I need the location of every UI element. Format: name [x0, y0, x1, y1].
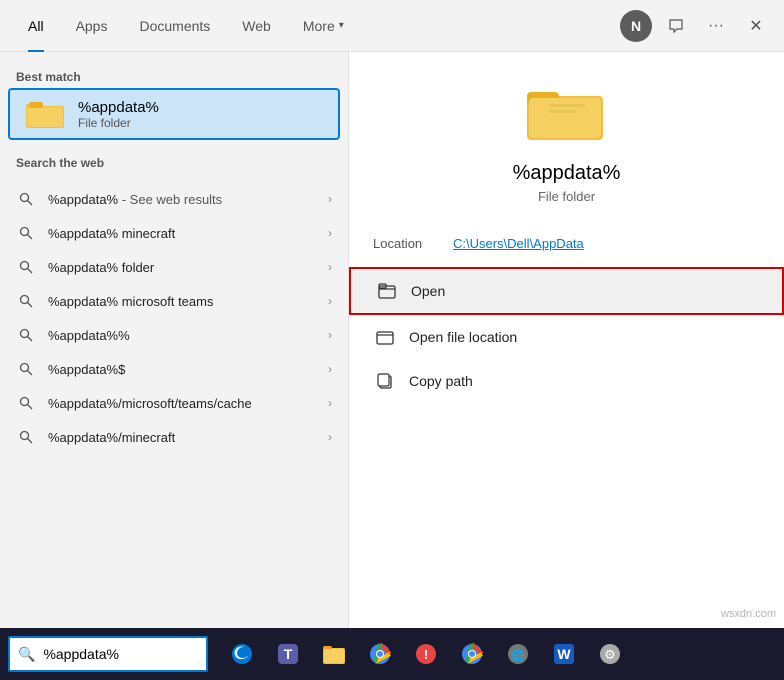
- news-taskbar-icon[interactable]: !: [404, 632, 448, 676]
- search-item-text: %appdata%: [48, 192, 118, 207]
- tab-apps[interactable]: Apps: [60, 0, 124, 52]
- search-icon: [16, 189, 36, 209]
- explorer-taskbar-icon[interactable]: [312, 632, 356, 676]
- tab-documents[interactable]: Documents: [123, 0, 226, 52]
- avatar[interactable]: N: [620, 10, 652, 42]
- copy-path-label: Copy path: [409, 373, 473, 389]
- left-panel: Best match %appdata% File folder Search …: [0, 52, 348, 628]
- location-label: Location: [373, 236, 453, 251]
- taskbar-apps: T: [216, 632, 784, 676]
- tab-more[interactable]: More ▾: [287, 0, 360, 52]
- edge-taskbar-icon[interactable]: [220, 632, 264, 676]
- list-item[interactable]: %appdata% - See web results ›: [0, 182, 348, 216]
- right-subtitle: File folder: [538, 189, 595, 204]
- feedback-icon[interactable]: [660, 10, 692, 42]
- top-navigation: All Apps Documents Web More ▾ N ··· ✕: [0, 0, 784, 52]
- list-item[interactable]: %appdata%/minecraft ›: [0, 420, 348, 454]
- chevron-right-icon: ›: [328, 192, 332, 206]
- list-item[interactable]: %appdata% folder ›: [0, 250, 348, 284]
- chrome-taskbar-icon[interactable]: [358, 632, 402, 676]
- folder-icon: [26, 98, 66, 130]
- chevron-right-icon: ›: [328, 328, 332, 342]
- search-items-list: %appdata% - See web results › %appdata% …: [0, 182, 348, 454]
- copy-path-action[interactable]: Copy path: [349, 359, 784, 403]
- svg-text:!: !: [424, 647, 428, 662]
- list-item[interactable]: %appdata% minecraft ›: [0, 216, 348, 250]
- close-icon[interactable]: ✕: [740, 10, 772, 42]
- search-web-label: Search the web: [0, 150, 348, 174]
- extra-taskbar-icon[interactable]: ⚙: [588, 632, 632, 676]
- chevron-right-icon: ›: [328, 226, 332, 240]
- search-icon: [16, 393, 36, 413]
- taskbar-search-box[interactable]: 🔍: [8, 636, 208, 672]
- search-icon: [16, 325, 36, 345]
- svg-text:W: W: [557, 646, 571, 662]
- chrome2-taskbar-icon[interactable]: [450, 632, 494, 676]
- taskbar-search-input[interactable]: [43, 646, 183, 662]
- chevron-right-icon: ›: [328, 430, 332, 444]
- network-taskbar-icon[interactable]: 🌐: [496, 632, 540, 676]
- open-label: Open: [411, 283, 445, 299]
- chevron-right-icon: ›: [328, 294, 332, 308]
- action-list: Open Open file location: [349, 267, 784, 403]
- open-file-location-label: Open file location: [409, 329, 517, 345]
- chevron-down-icon: ▾: [339, 20, 344, 31]
- chevron-right-icon: ›: [328, 362, 332, 376]
- search-item-text-4: %appdata% microsoft teams: [48, 294, 328, 309]
- search-icon: [16, 427, 36, 447]
- search-item-text-6: %appdata%$: [48, 362, 328, 377]
- tab-web[interactable]: Web: [226, 0, 287, 52]
- word-taskbar-icon[interactable]: W: [542, 632, 586, 676]
- location-link[interactable]: C:\Users\Dell\AppData: [453, 236, 584, 251]
- svg-text:🌐: 🌐: [511, 649, 525, 662]
- taskbar: 🔍 T: [0, 628, 784, 680]
- search-icon: [16, 223, 36, 243]
- chevron-right-icon: ›: [328, 396, 332, 410]
- right-title: %appdata%: [513, 162, 621, 185]
- search-icon: [16, 291, 36, 311]
- tab-all[interactable]: All: [12, 0, 60, 52]
- chevron-right-icon: ›: [328, 260, 332, 274]
- nav-right-actions: N ··· ✕: [620, 10, 772, 42]
- open-action[interactable]: Open: [349, 267, 784, 315]
- taskbar-search-icon: 🔍: [18, 646, 35, 663]
- more-options-icon[interactable]: ···: [700, 10, 732, 42]
- folder-large-icon: [527, 82, 607, 146]
- best-match-title: %appdata%: [78, 99, 159, 116]
- search-item-text-8: %appdata%/minecraft: [48, 430, 328, 445]
- teams-taskbar-icon[interactable]: T: [266, 632, 310, 676]
- open-icon: [375, 279, 399, 303]
- search-item-text-7: %appdata%/microsoft/teams/cache: [48, 396, 328, 411]
- search-item-text-5: %appdata%%: [48, 328, 328, 343]
- list-item[interactable]: %appdata% microsoft teams ›: [0, 284, 348, 318]
- best-match-item[interactable]: %appdata% File folder: [8, 88, 340, 140]
- search-item-text-2: %appdata% minecraft: [48, 226, 328, 241]
- svg-text:T: T: [284, 646, 293, 662]
- copy-path-icon: [373, 369, 397, 393]
- svg-text:⚙: ⚙: [604, 647, 616, 662]
- file-location-icon: [373, 325, 397, 349]
- search-item-text-3: %appdata% folder: [48, 260, 328, 275]
- open-file-location-action[interactable]: Open file location: [349, 315, 784, 359]
- best-match-subtitle: File folder: [78, 116, 159, 130]
- right-panel: %appdata% File folder Location C:\Users\…: [348, 52, 784, 628]
- best-match-label: Best match: [0, 64, 348, 88]
- main-content: Best match %appdata% File folder Search …: [0, 52, 784, 628]
- location-row: Location C:\Users\Dell\AppData: [349, 228, 784, 259]
- watermark: wsxdn.com: [721, 608, 776, 620]
- list-item[interactable]: %appdata%/microsoft/teams/cache ›: [0, 386, 348, 420]
- list-item[interactable]: %appdata%$ ›: [0, 352, 348, 386]
- search-icon: [16, 257, 36, 277]
- search-icon: [16, 359, 36, 379]
- list-item[interactable]: %appdata%% ›: [0, 318, 348, 352]
